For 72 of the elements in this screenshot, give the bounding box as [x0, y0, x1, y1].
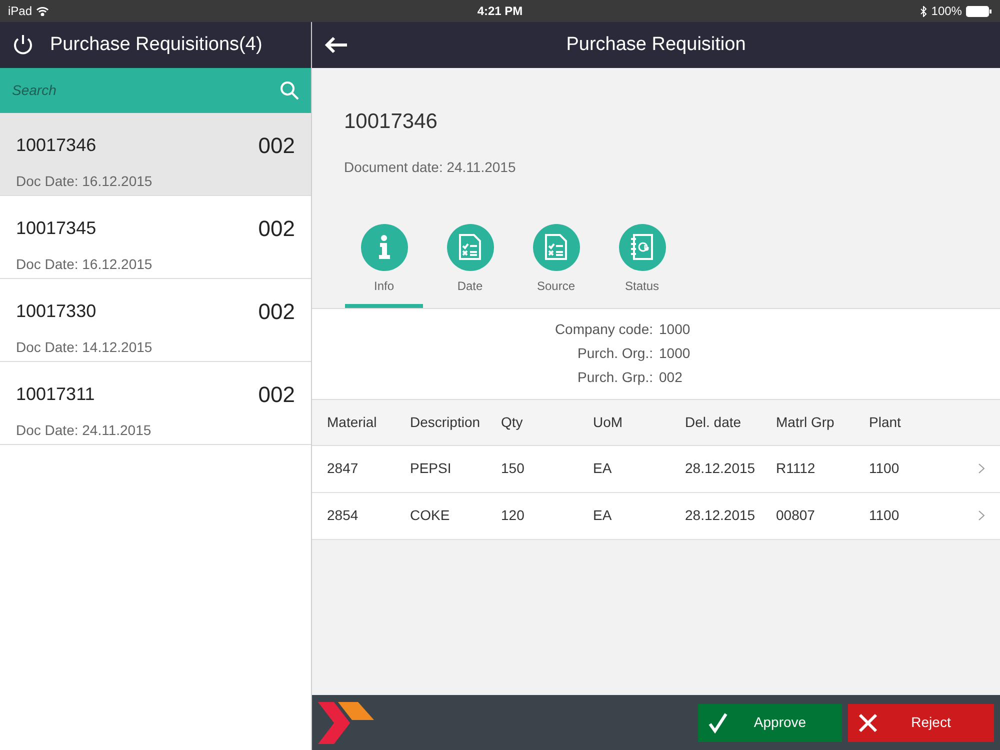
doc-date: Doc Date: 16.12.2015: [16, 173, 152, 189]
table-cell-text: 120: [501, 506, 526, 525]
detail-tab[interactable]: Status: [603, 224, 681, 308]
search-icon[interactable]: [280, 81, 299, 100]
chevron-right-icon: [978, 510, 985, 521]
requisition-number: 10017311: [16, 383, 95, 406]
back-arrow-icon[interactable]: [324, 36, 348, 54]
info-value: 002: [659, 368, 684, 387]
address-book-icon: [630, 234, 654, 260]
document-date: Document date: 24.11.2015: [344, 158, 516, 174]
search-bar[interactable]: Search: [0, 68, 311, 113]
info-label: Company code:: [554, 320, 653, 339]
column-header: Description: [410, 412, 482, 432]
detail-tab[interactable]: Date: [431, 224, 509, 308]
table-cell-text: 2847: [327, 459, 360, 478]
document-number: 10017346: [344, 110, 438, 133]
wifi-icon: [36, 6, 50, 16]
info-label: Purch. Org.:: [576, 344, 653, 363]
table-row[interactable]: 2847 PEPSI 150 EA 28.12.2015 R1112 1100: [312, 446, 1000, 492]
logo-icon: [318, 702, 376, 744]
table-cell-text: EA: [593, 459, 613, 478]
sidebar-title: Purchase Requisitions(4): [50, 32, 262, 57]
table-cell-text: 28.12.2015: [685, 459, 756, 478]
detail-title: Purchase Requisition: [566, 32, 746, 57]
requisition-code: 002: [258, 381, 295, 409]
requisition-code: 002: [258, 298, 295, 326]
doc-date: Doc Date: 16.12.2015: [16, 256, 152, 272]
table-cell-text: 00807: [776, 506, 816, 525]
column-header: Qty: [501, 412, 524, 432]
doc-date: Doc Date: 14.12.2015: [16, 339, 152, 355]
close-icon: [858, 712, 878, 732]
search-field[interactable]: Search: [12, 80, 280, 101]
bluetooth-icon: [920, 6, 928, 16]
column-header: Matrl Grp: [776, 412, 836, 432]
requisition-number: 10017346: [16, 134, 96, 157]
checkmark-icon: [708, 712, 728, 734]
reject-button[interactable]: Reject: [848, 704, 994, 742]
info-icon: [377, 235, 391, 259]
table-cell-text: PEPSI: [410, 459, 452, 478]
requisition-code: 002: [258, 132, 295, 160]
requisition-list-item[interactable]: 10017346 002 Doc Date: 16.12.2015: [0, 113, 311, 196]
table-cell-text: 1100: [869, 506, 900, 525]
device-label: iPad: [8, 3, 32, 20]
table-cell-text: 28.12.2015: [685, 506, 756, 525]
info-value: 1000: [659, 344, 692, 363]
doc-date: Doc Date: 24.11.2015: [16, 422, 152, 438]
column-header: Plant: [869, 412, 902, 432]
info-value: 1000: [659, 320, 692, 339]
table-cell-text: 2854: [327, 506, 360, 525]
checklist-document-icon: [459, 234, 481, 260]
clock-time: 4:21 PM: [477, 3, 523, 20]
detail-tab[interactable]: Info: [345, 224, 423, 308]
table-cell-text: EA: [593, 506, 613, 525]
column-header: Material: [327, 412, 378, 432]
table-cell-text: 1100: [869, 459, 900, 478]
chevron-right-icon: [978, 463, 985, 474]
approve-button[interactable]: Approve: [698, 704, 842, 742]
column-header: UoM: [593, 412, 624, 432]
checklist-document-icon: [545, 234, 567, 260]
table-row[interactable]: 2854 COKE 120 EA 28.12.2015 00807 1100: [312, 492, 1000, 540]
battery-icon: [966, 6, 992, 16]
battery-percent: 100%: [931, 3, 962, 20]
info-label: Purch. Grp.:: [576, 368, 653, 387]
column-header: Del. date: [685, 412, 742, 432]
requisition-number: 10017330: [16, 300, 96, 323]
requisition-code: 002: [258, 215, 295, 243]
table-cell-text: 150: [501, 459, 526, 478]
table-cell-text: COKE: [410, 506, 451, 525]
table-cell-text: R1112: [776, 459, 816, 478]
power-icon[interactable]: [12, 34, 34, 56]
detail-tab[interactable]: Source: [517, 224, 595, 308]
requisition-number: 10017345: [16, 217, 96, 240]
